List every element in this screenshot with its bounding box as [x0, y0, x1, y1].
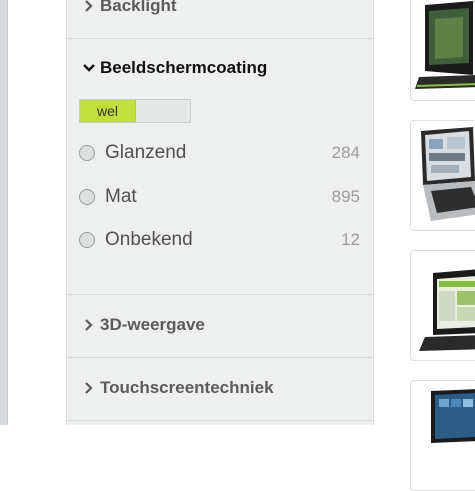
filter-panel: Backlight Beeldschermcoating wel Glanzen…: [66, 0, 374, 425]
radio-unchecked-icon[interactable]: [79, 145, 95, 161]
option-count: 284: [331, 143, 360, 162]
option-mat[interactable]: Mat 895: [79, 183, 360, 211]
option-count: 12: [341, 230, 360, 249]
option-count: 895: [331, 187, 360, 206]
option-glanzend[interactable]: Glanzend 284: [79, 139, 360, 167]
chevron-right-icon: [80, 0, 98, 15]
laptop-image: [421, 127, 475, 221]
option-label: Glanzend: [105, 142, 187, 163]
radio-unchecked-icon[interactable]: [79, 189, 95, 205]
coating-toggle[interactable]: wel: [79, 99, 191, 123]
chevron-down-icon: [80, 59, 98, 77]
filter-section-next: [67, 420, 373, 426]
filter-label-touchscreen: Touchscreentechniek: [100, 378, 274, 397]
chevron-right-icon: [80, 316, 98, 334]
chevron-right-icon: [80, 379, 98, 397]
laptop-image: [431, 389, 475, 443]
option-label: Onbekend: [105, 229, 193, 250]
laptop-image: [415, 1, 475, 89]
toggle-off-area[interactable]: [136, 100, 190, 122]
filter-header-coating[interactable]: Beeldschermcoating: [80, 58, 267, 78]
laptop-image: [419, 269, 475, 351]
toggle-on-label: wel: [80, 100, 136, 122]
product-card[interactable]: [410, 0, 475, 101]
product-card[interactable]: [410, 120, 475, 231]
filter-label-backlight: Backlight: [100, 0, 177, 15]
radio-unchecked-icon[interactable]: [79, 232, 95, 248]
filter-label-coating: Beeldschermcoating: [100, 58, 268, 77]
filter-header-3d[interactable]: 3D-weergave: [80, 315, 205, 335]
left-page-edge: [0, 0, 8, 425]
product-card[interactable]: [410, 380, 475, 491]
filter-label-3d: 3D-weergave: [100, 315, 205, 334]
option-label: Mat: [105, 186, 137, 207]
filter-header-backlight[interactable]: Backlight: [80, 0, 177, 16]
filter-header-touchscreen[interactable]: Touchscreentechniek: [80, 378, 274, 398]
option-onbekend[interactable]: Onbekend 12: [79, 226, 360, 254]
product-card[interactable]: [410, 250, 475, 361]
